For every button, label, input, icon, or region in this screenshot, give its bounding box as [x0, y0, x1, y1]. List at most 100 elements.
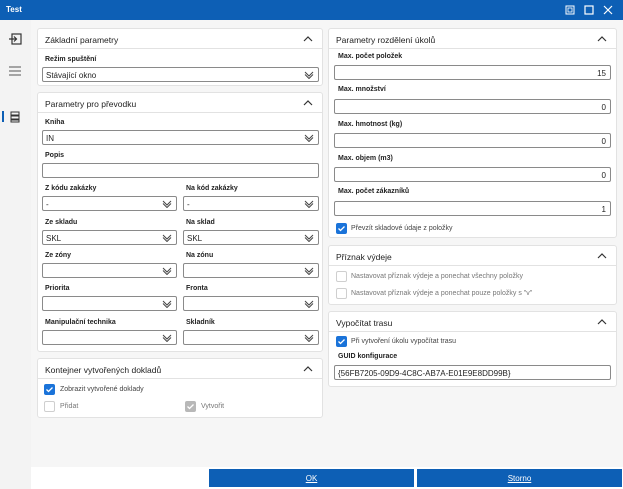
- chevron-up-icon[interactable]: [596, 316, 608, 328]
- panel-title: Parametry pro převodku: [45, 99, 137, 109]
- container-header[interactable]: Kontejner vytvořených dokladů: [38, 359, 322, 379]
- from-store-label: Ze skladu: [45, 219, 78, 226]
- maximize-icon[interactable]: [582, 3, 596, 17]
- to-order-select[interactable]: -: [183, 196, 319, 211]
- tech-label: Manipulační technika: [45, 319, 116, 326]
- queue-select[interactable]: [183, 296, 319, 311]
- max-customers-value: 1: [601, 205, 606, 214]
- storekeeper-label: Skladník: [186, 319, 215, 326]
- chevron-down-icon: [304, 334, 314, 342]
- close-icon[interactable]: [601, 3, 615, 17]
- max-customers-label: Max. počet zákazníků: [338, 188, 410, 195]
- transfer-params-header[interactable]: Parametry pro převodku: [38, 93, 322, 113]
- to-zone-select[interactable]: [183, 263, 319, 278]
- max-volume-label: Max. objem (m3): [338, 155, 393, 162]
- take-store-label: Převzít skladové údaje z položky: [351, 225, 453, 232]
- to-order-value: -: [187, 200, 190, 209]
- chevron-up-icon[interactable]: [302, 363, 314, 375]
- container-panel: Kontejner vytvořených dokladů Zobrazit v…: [37, 358, 323, 418]
- max-volume-input[interactable]: 0: [334, 167, 611, 182]
- panel-title: Základní parametry: [45, 35, 119, 45]
- max-weight-label: Max. hmotnost (kg): [338, 121, 403, 128]
- basic-params-header[interactable]: Základní parametry: [38, 29, 322, 49]
- storekeeper-select[interactable]: [183, 330, 319, 345]
- priority-label: Priorita: [45, 285, 70, 292]
- calc-route-checkbox[interactable]: [336, 336, 347, 347]
- from-order-select[interactable]: -: [42, 196, 177, 211]
- check-icon: [187, 404, 194, 410]
- tech-select[interactable]: [42, 330, 177, 345]
- max-weight-input[interactable]: 0: [334, 133, 611, 148]
- add-label: Přidat: [60, 403, 79, 410]
- max-qty-value: 0: [601, 103, 606, 112]
- add-checkbox[interactable]: [44, 401, 55, 412]
- list-icon[interactable]: [7, 64, 23, 78]
- chevron-down-icon: [304, 300, 314, 308]
- split-params-header[interactable]: Parametry rozdělení úkolů: [329, 29, 616, 49]
- mode-label: Režim spuštění: [45, 56, 97, 63]
- left-toolbar: [0, 20, 31, 489]
- footer: OK Storno: [31, 467, 623, 489]
- route-panel: Vypočítat trasu Při vytvoření úkolu vypo…: [328, 311, 617, 387]
- queue-label: Fronta: [186, 285, 208, 292]
- issue-flag-panel: Příznak výdeje Nastavovat příznak výdeje…: [328, 245, 617, 305]
- transfer-params-panel: Parametry pro převodku Kniha IN Popis Z …: [37, 92, 323, 352]
- chevron-up-icon[interactable]: [596, 250, 608, 262]
- chevron-down-icon: [162, 200, 172, 208]
- max-customers-input[interactable]: 1: [334, 201, 611, 216]
- check-icon: [46, 387, 53, 393]
- from-store-value: SKL: [46, 234, 62, 243]
- title-bar: Test: [0, 0, 623, 20]
- chevron-down-icon: [304, 200, 314, 208]
- max-items-label: Max. počet položek: [338, 53, 403, 60]
- max-volume-value: 0: [601, 171, 606, 180]
- desc-input[interactable]: [42, 163, 319, 178]
- panel-title: Vypočítat trasu: [336, 318, 393, 328]
- chevron-down-icon: [304, 234, 314, 242]
- chevron-down-icon: [304, 71, 314, 79]
- to-store-select[interactable]: SKL: [183, 230, 319, 245]
- active-indicator: [2, 111, 4, 122]
- max-items-input[interactable]: 15: [334, 65, 611, 80]
- create-label: Vytvořit: [201, 403, 225, 410]
- chevron-down-icon: [162, 300, 172, 308]
- book-value: IN: [46, 134, 54, 143]
- show-docs-checkbox[interactable]: [44, 384, 55, 395]
- chevron-up-icon[interactable]: [596, 33, 608, 45]
- chevron-up-icon[interactable]: [302, 97, 314, 109]
- max-weight-value: 0: [601, 137, 606, 146]
- mode-select[interactable]: Stávající okno: [42, 67, 319, 82]
- basic-params-panel: Základní parametry Režim spuštění Stávaj…: [37, 28, 323, 86]
- issue-flag-header[interactable]: Příznak výdeje: [329, 246, 616, 266]
- to-zone-label: Na zónu: [186, 252, 214, 259]
- calc-route-label: Při vytvoření úkolu vypočítat trasu: [351, 338, 457, 345]
- book-label: Kniha: [45, 119, 65, 126]
- max-qty-label: Max. množství: [338, 86, 386, 93]
- cancel-button[interactable]: Storno: [417, 469, 622, 487]
- from-zone-label: Ze zóny: [45, 252, 72, 259]
- from-store-select[interactable]: SKL: [42, 230, 177, 245]
- chevron-up-icon[interactable]: [302, 33, 314, 45]
- priority-select[interactable]: [42, 296, 177, 311]
- split-params-panel: Parametry rozdělení úkolů Max. počet pol…: [328, 28, 617, 238]
- chevron-down-icon: [162, 334, 172, 342]
- take-store-checkbox[interactable]: [336, 223, 347, 234]
- guid-input[interactable]: {56FB7205-09D9-4C8C-AB7A-E01E9E8DD99B}: [334, 365, 611, 380]
- check-icon: [338, 226, 345, 232]
- from-zone-select[interactable]: [42, 263, 177, 278]
- chevron-down-icon: [304, 267, 314, 275]
- book-select[interactable]: IN: [42, 130, 319, 145]
- max-qty-input[interactable]: 0: [334, 99, 611, 114]
- create-checkbox: [185, 401, 196, 412]
- flag-all-label: Nastavovat příznak výdeje a ponechat vše…: [351, 273, 523, 280]
- to-store-value: SKL: [187, 234, 203, 243]
- flag-all-checkbox[interactable]: [336, 271, 347, 282]
- login-icon[interactable]: [7, 32, 23, 46]
- restore-icon[interactable]: [563, 3, 577, 17]
- chevron-down-icon: [304, 134, 314, 142]
- route-header[interactable]: Vypočítat trasu: [329, 312, 616, 332]
- ok-button[interactable]: OK: [209, 469, 414, 487]
- stack-icon[interactable]: [7, 110, 23, 124]
- flag-v-checkbox[interactable]: [336, 288, 347, 299]
- chevron-down-icon: [162, 234, 172, 242]
